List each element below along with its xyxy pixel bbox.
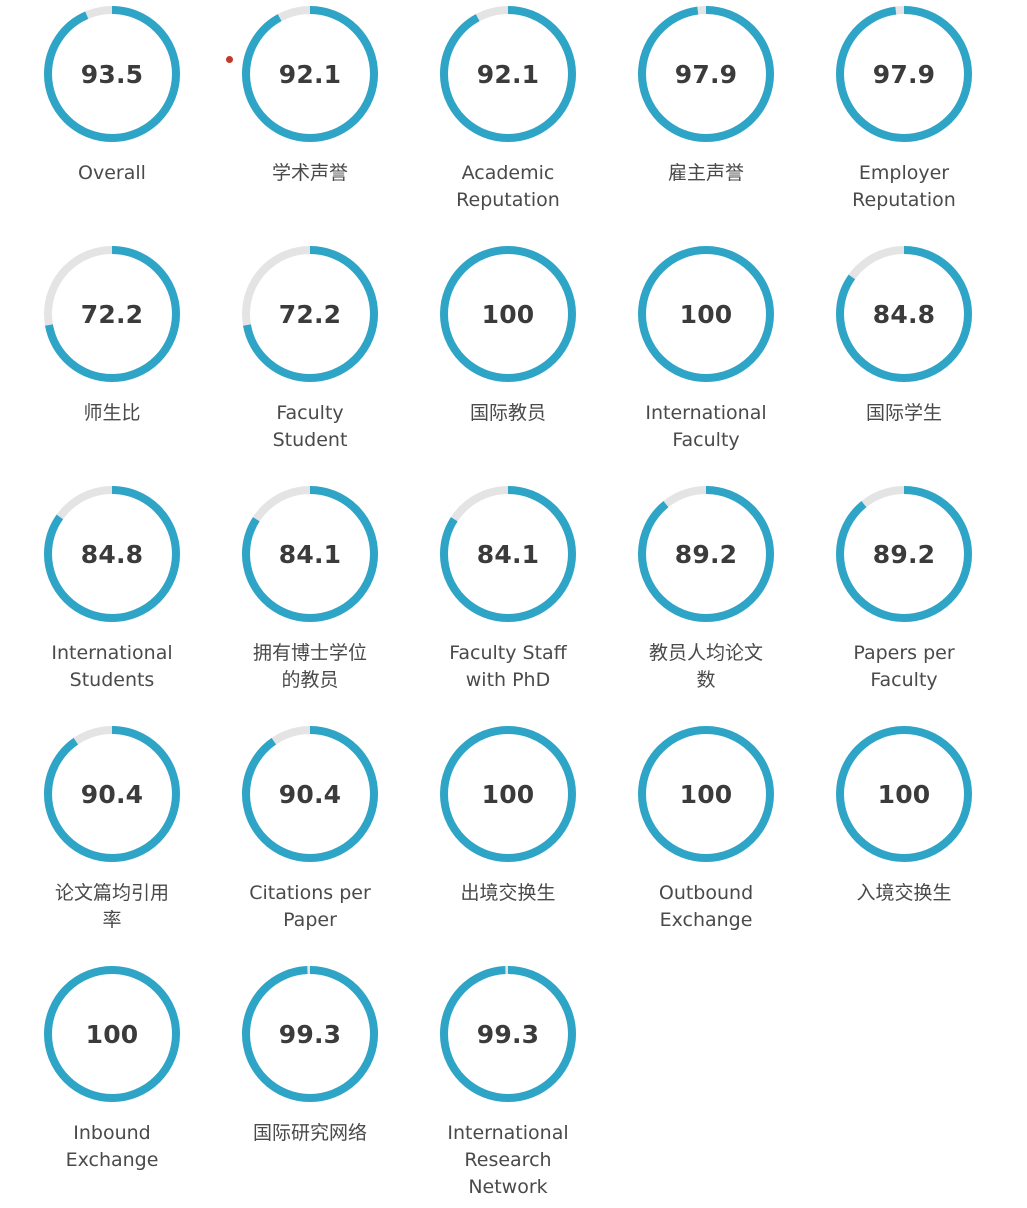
gauge-value-text: 90.4 <box>80 779 144 809</box>
gauge-label: 国际研究网络 <box>252 1122 367 1144</box>
donut-gauge: 97.9 <box>638 6 774 142</box>
donut-gauge: 72.2 <box>242 246 378 382</box>
gauge-cell[interactable]: 100 出境交换生 <box>409 726 607 966</box>
donut-gauge: 92.1 <box>226 6 378 142</box>
gauge-grid: 93.5 Overall 92.1 学术声誉 92.1 Academic Reputatio… <box>0 0 1027 1206</box>
gauge-label: 教员人均论文数 <box>648 642 763 691</box>
gauge-value-text: 92.1 <box>476 59 540 89</box>
gauge-label: Citations per Paper <box>249 882 371 931</box>
marker-dot-icon <box>226 56 233 63</box>
gauge-label: Overall <box>78 162 146 184</box>
gauge-label: 拥有博士学位 的教员 <box>252 642 367 691</box>
donut-gauge: 100 <box>836 726 972 862</box>
gauge-label: Faculty Staff with PhD <box>449 642 567 691</box>
donut-gauge: 100 <box>440 726 576 862</box>
donut-gauge: 72.2 <box>44 246 180 382</box>
gauge-value-text: 84.8 <box>872 299 936 329</box>
gauge-value-text: 100 <box>877 779 931 809</box>
gauge-value-text: 100 <box>85 1019 139 1049</box>
gauge-value-text: 84.8 <box>80 539 144 569</box>
gauge-cell[interactable]: 100 Inbound Exchange <box>13 966 211 1206</box>
donut-gauge: 99.3 <box>440 966 576 1102</box>
gauge-value-text: 84.1 <box>476 539 540 569</box>
gauge-cell[interactable]: 92.1 学术声誉 <box>211 6 409 246</box>
gauge-label: 论文篇均引用率 <box>54 882 169 931</box>
gauge-value-text: 100 <box>679 299 733 329</box>
gauge-value-text: 90.4 <box>278 779 342 809</box>
gauge-label: Inbound Exchange <box>65 1122 159 1171</box>
gauge-label: 国际教员 <box>469 402 546 424</box>
gauge-cell[interactable]: 93.5 Overall <box>13 6 211 246</box>
gauge-value-text: 89.2 <box>674 539 738 569</box>
gauge-label: Outbound Exchange <box>658 882 754 931</box>
gauge-label: 师生比 <box>83 402 141 424</box>
gauge-value-text: 99.3 <box>278 1019 342 1049</box>
donut-gauge: 97.9 <box>836 6 972 142</box>
gauge-label: Employer Reputation <box>852 162 956 211</box>
donut-gauge: 84.8 <box>836 246 972 382</box>
gauge-cell[interactable]: 84.8 International Students <box>13 486 211 726</box>
gauge-cell[interactable]: 97.9 Employer Reputation <box>805 6 1003 246</box>
gauge-value-text: 93.5 <box>80 59 144 89</box>
gauge-label: International Research Network <box>447 1122 569 1198</box>
donut-gauge: 89.2 <box>638 486 774 622</box>
gauge-value-text: 89.2 <box>872 539 936 569</box>
donut-gauge: 84.8 <box>44 486 180 622</box>
gauge-cell[interactable]: 99.3 国际研究网络 <box>211 966 409 1206</box>
donut-gauge: 92.1 <box>440 6 576 142</box>
gauge-label: Faculty Student <box>272 402 348 451</box>
gauge-value-text: 97.9 <box>674 59 738 89</box>
gauge-label: Academic Reputation <box>456 162 560 211</box>
gauge-cell[interactable]: 97.9 雇主声誉 <box>607 6 805 246</box>
gauge-cell[interactable]: 89.2 Papers per Faculty <box>805 486 1003 726</box>
donut-gauge: 100 <box>440 246 576 382</box>
gauge-cell[interactable]: 100 International Faculty <box>607 246 805 486</box>
gauge-cell[interactable]: 99.3 International Research Network <box>409 966 607 1206</box>
gauge-value-text: 72.2 <box>278 299 342 329</box>
gauge-cell[interactable]: 90.4 Citations per Paper <box>211 726 409 966</box>
gauge-cell[interactable]: 100 入境交换生 <box>805 726 1003 966</box>
donut-gauge: 90.4 <box>242 726 378 862</box>
gauge-label: 雇主声誉 <box>667 162 744 184</box>
gauge-value-text: 100 <box>679 779 733 809</box>
gauge-cell[interactable]: 90.4 论文篇均引用率 <box>13 726 211 966</box>
gauge-value-text: 84.1 <box>278 539 342 569</box>
donut-gauge: 89.2 <box>836 486 972 622</box>
donut-gauge: 100 <box>638 726 774 862</box>
gauge-value-text: 72.2 <box>80 299 144 329</box>
gauge-label: International Faculty <box>645 402 767 451</box>
gauge-value-text: 99.3 <box>476 1019 540 1049</box>
donut-gauge: 99.3 <box>242 966 378 1102</box>
gauge-cell[interactable]: 84.1 拥有博士学位 的教员 <box>211 486 409 726</box>
gauge-value-text: 100 <box>481 299 535 329</box>
gauge-cell[interactable]: 100 国际教员 <box>409 246 607 486</box>
gauge-value-text: 100 <box>481 779 535 809</box>
gauge-cell[interactable]: 84.1 Faculty Staff with PhD <box>409 486 607 726</box>
gauge-label: 学术声誉 <box>271 162 348 184</box>
gauge-value-text: 97.9 <box>872 59 936 89</box>
donut-gauge: 84.1 <box>440 486 576 622</box>
donut-gauge: 100 <box>44 966 180 1102</box>
gauge-label: 出境交换生 <box>460 882 556 904</box>
gauge-cell[interactable]: 72.2 Faculty Student <box>211 246 409 486</box>
gauge-label: International Students <box>51 642 173 691</box>
gauge-value-text: 92.1 <box>278 59 342 89</box>
gauge-label: Papers per Faculty <box>853 642 955 691</box>
gauge-label: 入境交换生 <box>856 882 952 904</box>
gauge-cell[interactable]: 89.2 教员人均论文数 <box>607 486 805 726</box>
gauge-cell[interactable]: 84.8 国际学生 <box>805 246 1003 486</box>
donut-gauge: 84.1 <box>242 486 378 622</box>
donut-gauge: 100 <box>638 246 774 382</box>
gauge-label: 国际学生 <box>865 402 942 424</box>
gauge-cell[interactable]: 92.1 Academic Reputation <box>409 6 607 246</box>
gauge-cell[interactable]: 72.2 师生比 <box>13 246 211 486</box>
gauge-cell[interactable]: 100 Outbound Exchange <box>607 726 805 966</box>
donut-gauge: 90.4 <box>44 726 180 862</box>
donut-gauge: 93.5 <box>44 6 180 142</box>
